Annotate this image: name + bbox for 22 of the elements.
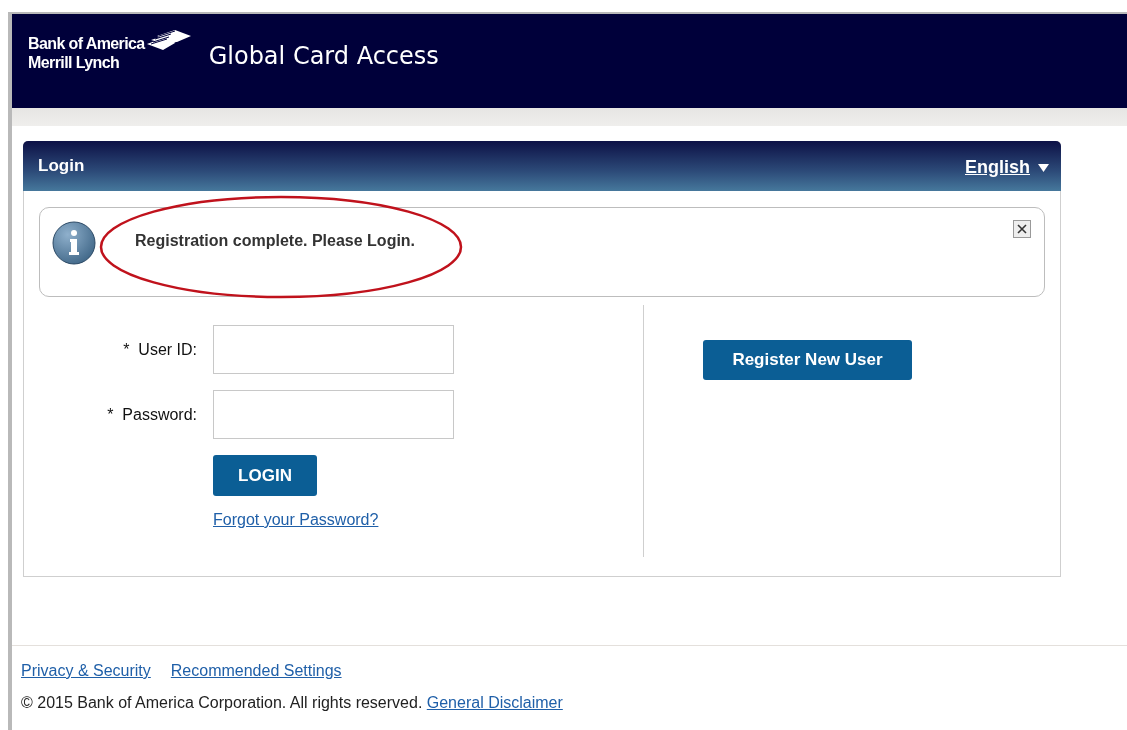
field-label: * Password: bbox=[106, 405, 197, 424]
language-link[interactable]: English bbox=[965, 156, 1030, 178]
forgot-password-link[interactable]: Forgot your Password? bbox=[213, 511, 379, 529]
login-button[interactable]: LOGIN bbox=[213, 455, 317, 496]
caret-icon[interactable] bbox=[1038, 164, 1049, 172]
info-icon bbox=[51, 220, 97, 266]
close-button[interactable] bbox=[1013, 220, 1031, 238]
footer-link[interactable]: Recommended Settings bbox=[170, 662, 342, 680]
logo-text: Merrill Lynch bbox=[28, 53, 120, 72]
flag-logo-icon bbox=[146, 30, 191, 52]
close-icon[interactable] bbox=[1017, 224, 1027, 234]
input-field[interactable] bbox=[213, 325, 454, 374]
input-field[interactable] bbox=[213, 390, 454, 439]
message-text: Registration complete. Please Login. bbox=[135, 232, 416, 250]
panel-title: Login bbox=[38, 155, 86, 176]
disclaimer-link[interactable]: General Disclaimer bbox=[426, 694, 563, 711]
copyright-text: © 2015 Bank of America Corporation. All rights reserved. General Disclaimer bbox=[21, 694, 564, 712]
footer-link[interactable]: Privacy & Security bbox=[21, 662, 151, 680]
logo-text: Bank of America bbox=[28, 34, 145, 53]
app-title: Global Card Access bbox=[208, 42, 439, 70]
register-button[interactable]: Register New User bbox=[703, 340, 912, 380]
field-label: * User ID: bbox=[122, 340, 197, 359]
